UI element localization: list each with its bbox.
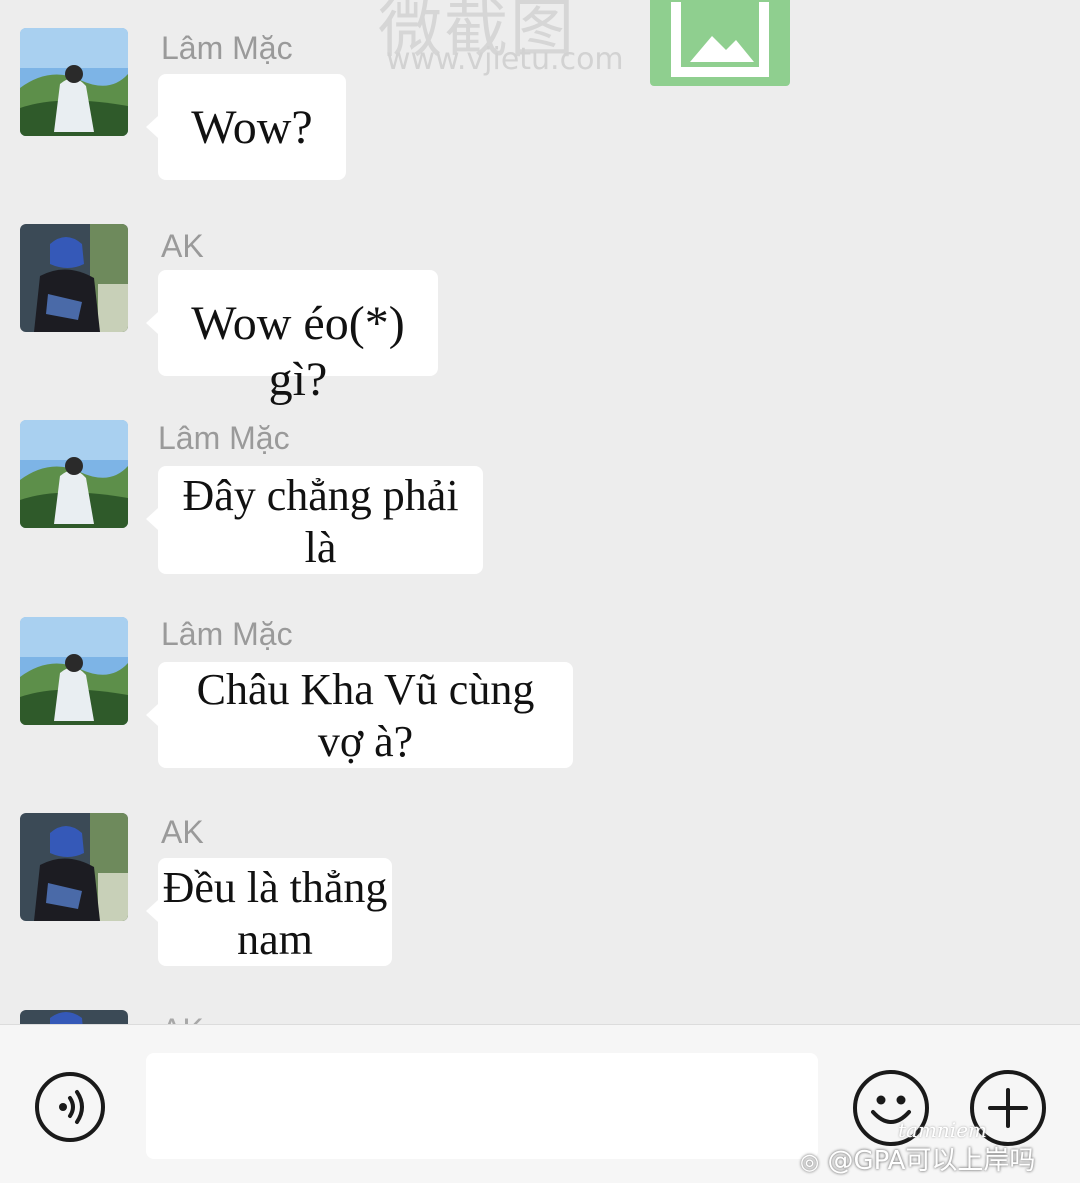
weibo-handle: @GPA可以上岸吗	[827, 1146, 1036, 1176]
sender-name: Lâm Mặc	[161, 30, 293, 66]
message-bubble[interactable]: Đây chẳng phải là	[146, 466, 483, 574]
message-bubble[interactable]: Wow éo(*) gì?	[146, 270, 438, 406]
hooded-person-avatar-icon[interactable]	[20, 224, 128, 332]
message-input[interactable]	[146, 1053, 818, 1159]
sender-name: AK	[161, 1012, 204, 1024]
sender-name: Lâm Mặc	[161, 616, 293, 652]
landscape-avatar-icon[interactable]	[20, 420, 128, 528]
landscape-avatar-icon[interactable]	[20, 28, 128, 136]
sender-name: AK	[161, 228, 204, 264]
landscape-avatar-icon[interactable]	[20, 617, 128, 725]
sender-name: Lâm Mặc	[158, 420, 290, 456]
chat-message-list[interactable]: Lâm Mặc Wow? AK Wow éo(*) gì? Lâm Mặc Đâ…	[0, 0, 1080, 1024]
sender-name: AK	[161, 814, 204, 850]
message-text-line: Đây chẳng phải	[182, 471, 459, 520]
voice-icon[interactable]	[35, 1072, 105, 1142]
message-text-line: là	[304, 523, 337, 572]
signature-watermark: tamniem	[898, 1118, 988, 1142]
weibo-credit: ◎ @GPA可以上岸吗	[800, 1140, 1035, 1177]
message-bubble[interactable]: Đều là thẳng nam	[146, 858, 392, 966]
message-text-line: Đều là thẳng	[162, 863, 388, 912]
weibo-icon: ◎	[800, 1150, 820, 1175]
message-text: Wow éo(*) gì?	[191, 297, 405, 406]
message-text-line: vợ à?	[317, 717, 414, 766]
message-text-line: nam	[237, 915, 313, 964]
hooded-person-avatar-icon[interactable]	[20, 1010, 128, 1024]
message-text: Wow?	[191, 101, 313, 154]
message-text-line: Châu Kha Vũ cùng	[196, 665, 535, 714]
hooded-person-avatar-icon[interactable]	[20, 813, 128, 921]
message-bubble[interactable]: Wow?	[146, 74, 346, 180]
message-bubble[interactable]: Châu Kha Vũ cùng vợ à?	[146, 662, 573, 768]
